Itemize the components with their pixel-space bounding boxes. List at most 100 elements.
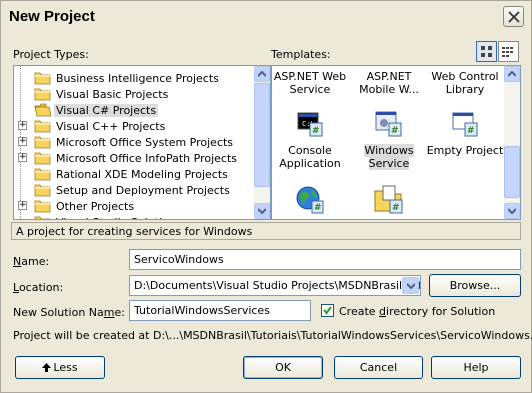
scroll-thumb[interactable]	[254, 83, 270, 187]
project-type-item[interactable]: + Visual C++ Projects	[16, 118, 165, 134]
open-folder-icon	[34, 103, 52, 117]
folder-icon	[34, 151, 52, 165]
large-icons-view-icon	[481, 46, 492, 57]
ok-button[interactable]: OK	[243, 356, 323, 379]
svg-text:#: #	[467, 126, 475, 136]
scroll-down-icon	[258, 208, 266, 214]
project-type-label: Rational XDE Modeling Projects	[56, 167, 228, 181]
folder-project-icon: #	[373, 184, 405, 216]
expand-icon[interactable]: +	[18, 137, 27, 146]
small-icons-view-button[interactable]	[498, 41, 519, 62]
windows-service-icon: #	[373, 108, 405, 140]
project-type-item[interactable]: + Other Projects	[16, 198, 134, 214]
scroll-up-button[interactable]	[254, 66, 270, 82]
browse-button[interactable]: Browse...	[429, 274, 521, 297]
folder-icon	[34, 87, 52, 101]
large-icons-view-button[interactable]	[476, 41, 497, 62]
less-label: Less	[53, 361, 78, 374]
folder-icon	[34, 215, 52, 219]
project-location-summary: Project will be created at D:\...\MSDNBr…	[13, 329, 532, 342]
arrow-up-icon	[42, 363, 52, 372]
less-button[interactable]: Less	[15, 356, 105, 379]
template-item[interactable]: # Windows Service	[351, 108, 427, 170]
folder-icon	[34, 183, 52, 197]
templates-list[interactable]: ASP.NET Web Service ASP.NET Mobile W... We…	[271, 65, 521, 220]
project-types-label: Project Types:	[13, 48, 89, 61]
location-label: Location:	[13, 281, 64, 294]
project-type-label: Microsoft Office System Projects	[56, 135, 234, 149]
project-type-item[interactable]: Visual Basic Projects	[16, 86, 168, 102]
location-dropdown-button[interactable]	[402, 277, 419, 294]
create-directory-label[interactable]: Create directory for Solution	[339, 305, 495, 318]
project-types-scrollbar[interactable]	[254, 66, 270, 219]
templates-scroll-up-button[interactable]	[504, 66, 520, 82]
project-type-item[interactable]: + Microsoft Office System Projects	[16, 134, 233, 150]
template-label: ASP.NET Mobile W...	[359, 70, 419, 96]
expand-icon[interactable]: +	[18, 153, 27, 162]
project-type-item[interactable]: Business Intelligence Projects	[16, 70, 219, 86]
project-type-label: Business Intelligence Projects	[56, 71, 219, 85]
globe-icon: #	[294, 184, 326, 216]
project-type-item[interactable]: + Microsoft Office InfoPath Projects	[16, 150, 237, 166]
close-button[interactable]	[503, 6, 524, 27]
project-type-item[interactable]: Visual C# Projects	[16, 102, 159, 118]
templates-scroll-thumb[interactable]	[504, 146, 520, 198]
template-label: Web Control Library	[431, 70, 499, 96]
create-directory-checkbox[interactable]	[321, 304, 334, 317]
console-application-icon: C:\ #	[294, 108, 326, 140]
template-label: ASP.NET Web Service	[273, 70, 347, 96]
template-label: Console Application	[279, 144, 341, 170]
project-type-item[interactable]: Rational XDE Modeling Projects	[16, 166, 228, 182]
solution-name-input[interactable]: TutorialWindowsServices	[129, 300, 311, 321]
scroll-up-icon	[508, 71, 516, 77]
templates-scrollbar[interactable]	[504, 66, 520, 219]
scroll-down-icon	[508, 208, 516, 214]
title-bar[interactable]: New Project	[1, 1, 531, 33]
svg-text:#: #	[392, 203, 400, 213]
template-item[interactable]: C:\ # Console Application	[272, 108, 348, 170]
expand-icon[interactable]: +	[18, 201, 27, 210]
project-type-label: Visual C++ Projects	[56, 119, 166, 133]
template-item[interactable]: Web Control Library	[425, 70, 505, 96]
location-combo[interactable]: D:\Documents\Visual Studio Projects\MSDN…	[129, 275, 421, 296]
project-type-item[interactable]: Setup and Deployment Projects	[16, 182, 230, 198]
project-type-label: Other Projects	[56, 199, 135, 213]
template-description: A project for creating services for Wind…	[11, 222, 521, 240]
templates-scroll-down-button[interactable]	[504, 203, 520, 219]
chevron-down-icon	[406, 282, 415, 289]
checkmark-icon	[323, 306, 332, 315]
template-item[interactable]: #	[272, 184, 348, 219]
name-label: Name:	[13, 255, 50, 268]
project-type-label: Visual Studio Solutions	[56, 216, 181, 220]
template-item[interactable]: # Empty Project	[425, 108, 505, 157]
templates-label: Templates:	[271, 48, 331, 61]
close-icon	[508, 11, 520, 23]
template-label: Empty Project	[426, 144, 504, 157]
svg-text:#: #	[312, 126, 320, 136]
window-title: New Project	[9, 8, 95, 25]
template-item[interactable]: #	[351, 184, 427, 219]
cancel-button[interactable]: Cancel	[334, 356, 423, 379]
small-icons-view-icon	[502, 47, 513, 57]
template-label: Windows Service	[364, 144, 414, 170]
template-item[interactable]: ASP.NET Web Service	[272, 70, 348, 96]
help-button[interactable]: Help	[431, 356, 521, 379]
svg-text:#: #	[391, 126, 399, 136]
project-type-label: Visual Basic Projects	[56, 87, 169, 101]
project-type-item[interactable]: Visual Studio Solutions	[16, 214, 181, 220]
folder-icon	[34, 135, 52, 149]
template-item[interactable]: ASP.NET Mobile W...	[351, 70, 427, 96]
project-type-label: Microsoft Office InfoPath Projects	[56, 151, 238, 165]
folder-icon	[34, 199, 52, 213]
location-value: D:\Documents\Visual Studio Projects\MSDN…	[134, 279, 421, 292]
project-types-tree[interactable]: Business Intelligence Projects Visual Bas…	[13, 65, 271, 220]
scroll-up-icon	[258, 71, 266, 77]
folder-icon	[34, 167, 52, 181]
scroll-down-button[interactable]	[254, 203, 270, 219]
new-project-dialog: New Project Project Types: Templates: Bu…	[0, 0, 532, 393]
project-type-label: Visual C# Projects	[54, 103, 159, 117]
expand-icon[interactable]: +	[18, 121, 27, 130]
name-input[interactable]: ServicoWindows	[129, 249, 521, 270]
project-type-label: Setup and Deployment Projects	[56, 183, 230, 197]
folder-icon	[34, 71, 52, 85]
